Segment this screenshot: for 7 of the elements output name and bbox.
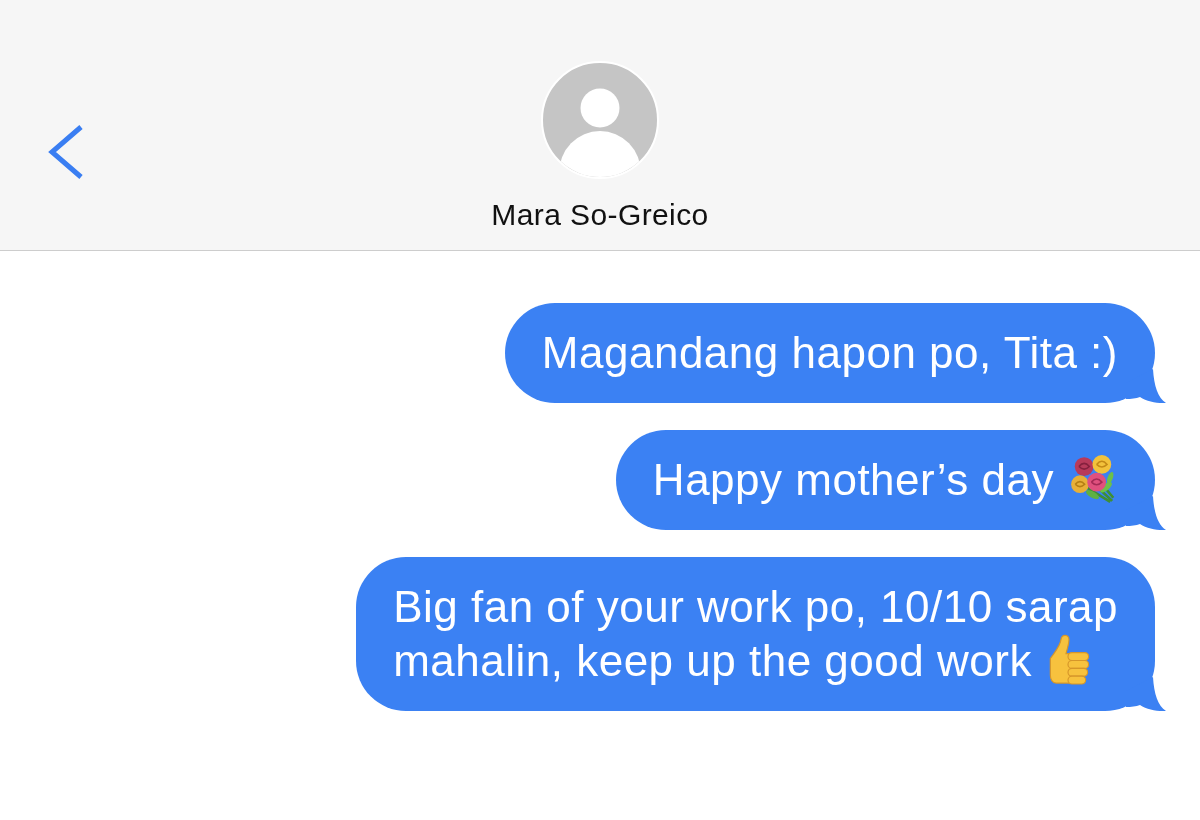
back-icon — [48, 125, 84, 179]
message-text: Magandang hapon po, Tita :) — [541, 328, 1118, 377]
message-text: Happy mother’s day — [652, 455, 1054, 504]
avatar-icon — [540, 60, 660, 180]
message-text: mahalin, keep up the good work — [393, 636, 1032, 685]
contact-name: Mara So-Greico — [491, 197, 709, 233]
message-text: Big fan of your work po, 10/10 sarap — [393, 582, 1118, 631]
